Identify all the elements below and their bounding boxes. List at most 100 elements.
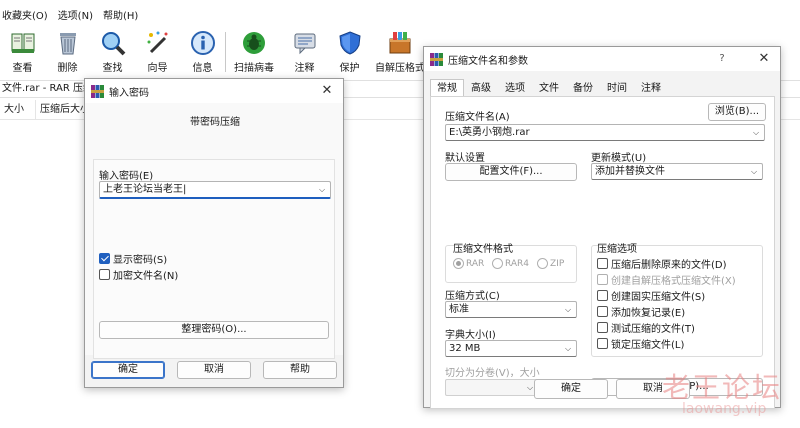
option-label: 锁定压缩文件(L) — [611, 340, 685, 351]
browse-button[interactable]: 浏览(B)... — [708, 103, 766, 121]
archive-ok-button[interactable]: 确定 — [534, 379, 608, 399]
option-label: 创建自解压格式压缩文件(X) — [611, 276, 736, 287]
password-value: 上老王论坛当老王| — [103, 184, 187, 195]
column-size[interactable]: 大小 — [0, 100, 36, 119]
checkbox-box — [597, 322, 608, 333]
chevron-down-icon[interactable]: ⌵ — [749, 164, 759, 179]
option-label: 压缩后删除原来的文件(D) — [611, 260, 727, 271]
option-lock-checkbox[interactable]: 锁定压缩文件(L) — [597, 336, 684, 351]
archive-dialog-titlebar[interactable]: 压缩文件名和参数 ? ✕ — [424, 47, 780, 71]
option-label: 添加恢复记录(E) — [611, 308, 686, 319]
checkbox-box — [99, 269, 110, 280]
method-select[interactable]: 标准 ⌵ — [445, 301, 577, 318]
tab-advanced[interactable]: 高级 — [464, 79, 498, 97]
info-icon — [190, 30, 216, 56]
comment-icon — [292, 30, 318, 56]
tab-backup[interactable]: 备份 — [566, 79, 600, 97]
toolbar-view-button[interactable]: 查看 — [0, 28, 45, 78]
split-volume-input[interactable]: ⌵ — [445, 379, 539, 396]
organize-passwords-button[interactable]: 整理密码(O)... — [99, 321, 329, 339]
password-label: 输入密码(E) — [99, 171, 154, 182]
close-icon[interactable]: ✕ — [319, 83, 335, 99]
option-recovery-checkbox[interactable]: 添加恢复记录(E) — [597, 304, 685, 319]
toolbar-label: 注释 — [294, 63, 315, 74]
method-label: 压缩方式(C) — [445, 291, 500, 302]
toolbar-comment-button[interactable]: 注释 — [282, 28, 327, 78]
close-icon[interactable]: ✕ — [756, 51, 772, 67]
toolbar-label: 自解压格式 — [375, 63, 425, 74]
option-test-checkbox[interactable]: 测试压缩的文件(T) — [597, 320, 695, 335]
password-heading: 带密码压缩 — [190, 117, 240, 128]
format-rar4-label: RAR4 — [505, 258, 530, 269]
toolbar-sfx-button[interactable]: 自解压格式 — [372, 28, 428, 78]
toolbar-delete-button[interactable]: 删除 — [45, 28, 90, 78]
tab-time[interactable]: 时间 — [600, 79, 634, 97]
encrypt-filenames-checkbox[interactable]: 加密文件名(N) — [99, 267, 178, 282]
tab-files[interactable]: 文件 — [532, 79, 566, 97]
tab-options[interactable]: 选项 — [498, 79, 532, 97]
option-solid-checkbox[interactable]: 创建固实压缩文件(S) — [597, 288, 705, 303]
radio-dot — [453, 258, 464, 269]
toolbar-label: 删除 — [57, 63, 78, 74]
chevron-down-icon[interactable]: ⌵ — [317, 182, 327, 197]
toolbar-find-button[interactable]: 查找 — [90, 28, 135, 78]
toolbar-info-button[interactable]: 信息 — [180, 28, 225, 78]
help-icon[interactable]: ? — [714, 51, 730, 67]
menu-favorites[interactable]: 收藏夹(O) — [2, 8, 48, 26]
password-input[interactable]: 上老王论坛当老王| ⌵ — [99, 181, 331, 199]
checkbox-box — [597, 274, 608, 285]
format-rar4-radio[interactable]: RAR4 — [492, 258, 529, 269]
checkbox-box — [597, 290, 608, 301]
format-zip-radio[interactable]: ZIP — [537, 258, 564, 269]
toolbar-label: 保护 — [339, 63, 360, 74]
archive-name-input[interactable]: E:\英勇小钢炮.rar ⌵ — [445, 124, 765, 141]
update-mode-select[interactable]: 添加并替换文件 ⌵ — [591, 163, 763, 180]
show-password-label: 显示密码(S) — [113, 255, 168, 266]
toolbar-label: 查找 — [102, 63, 123, 74]
wand-icon — [145, 30, 171, 56]
toolbar-label: 向导 — [147, 63, 168, 74]
archive-format-label: 压缩文件格式 — [453, 244, 513, 255]
book-icon — [10, 30, 36, 56]
radio-dot — [492, 258, 503, 269]
watermark-text: 老王论坛 — [662, 371, 783, 404]
toolbar-protect-button[interactable]: 保护 — [327, 28, 372, 78]
archive-dialog: 压缩文件名和参数 ? ✕ 常规 高级 选项 文件 备份 时间 注释 压缩文件名(… — [423, 46, 781, 409]
password-help-button[interactable]: 帮助 — [263, 361, 337, 379]
trash-icon — [55, 30, 81, 56]
bug-icon — [241, 30, 267, 56]
chevron-down-icon[interactable]: ⌵ — [563, 341, 573, 356]
dictionary-size-value: 32 MB — [449, 343, 481, 354]
checkbox-box — [597, 338, 608, 349]
default-settings-label: 默认设置 — [445, 153, 485, 164]
chevron-down-icon[interactable]: ⌵ — [751, 125, 761, 140]
option-delete-after-checkbox[interactable]: 压缩后删除原来的文件(D) — [597, 256, 727, 271]
checkbox-box — [597, 258, 608, 269]
archive-name-value: E:\英勇小钢炮.rar — [449, 127, 530, 138]
format-rar-radio[interactable]: RAR — [453, 258, 484, 269]
tab-general[interactable]: 常规 — [430, 79, 464, 97]
profiles-button[interactable]: 配置文件(F)... — [445, 163, 577, 181]
sfx-box-icon — [387, 30, 413, 56]
toolbar-wizard-button[interactable]: 向导 — [135, 28, 180, 78]
chevron-down-icon[interactable]: ⌵ — [563, 302, 573, 317]
format-zip-label: ZIP — [550, 258, 565, 269]
archive-options-label: 压缩选项 — [597, 244, 637, 255]
toolbar-scan-virus-button[interactable]: 扫描病毒 — [226, 28, 282, 78]
password-dialog-titlebar[interactable]: 输入密码 ✕ — [85, 79, 343, 103]
radio-dot — [537, 258, 548, 269]
password-cancel-button[interactable]: 取消 — [177, 361, 251, 379]
checkbox-box — [597, 306, 608, 317]
option-sfx-checkbox[interactable]: 创建自解压格式压缩文件(X) — [597, 272, 736, 287]
dictionary-size-select[interactable]: 32 MB ⌵ — [445, 340, 577, 357]
tab-comment[interactable]: 注释 — [634, 79, 668, 97]
menu-help[interactable]: 帮助(H) — [103, 8, 138, 26]
dialog-title: 输入密码 — [109, 87, 149, 99]
method-value: 标准 — [449, 304, 469, 315]
option-label: 创建固实压缩文件(S) — [611, 292, 706, 303]
menu-options[interactable]: 选项(N) — [58, 8, 93, 26]
password-ok-button[interactable]: 确定 — [91, 361, 165, 379]
show-password-checkbox[interactable]: 显示密码(S) — [99, 251, 167, 266]
toolbar-label: 信息 — [192, 63, 213, 74]
menubar: 收藏夹(O) 选项(N) 帮助(H) — [0, 8, 138, 26]
